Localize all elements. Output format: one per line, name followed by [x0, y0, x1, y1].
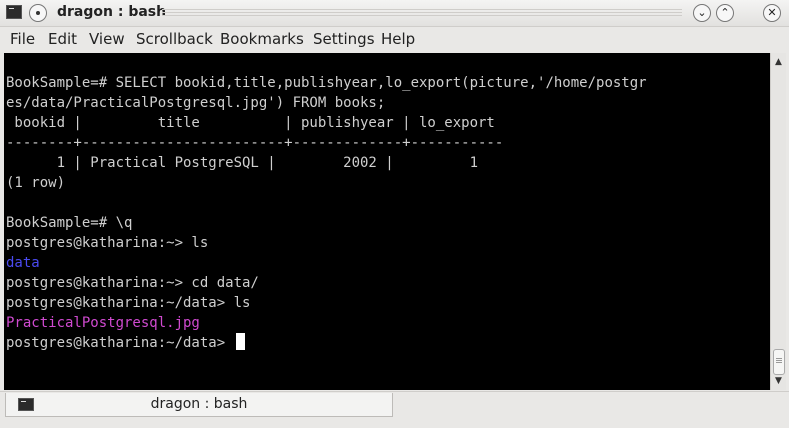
- menu-file[interactable]: File: [10, 30, 35, 48]
- terminal-line: BookSample=# SELECT bookid,title,publish…: [6, 75, 647, 91]
- menu-edit[interactable]: Edit: [48, 30, 77, 48]
- terminal-output[interactable]: BookSample=# SELECT bookid,title,publish…: [4, 53, 770, 390]
- terminal-prompt: postgres@katharina:~/data>: [6, 335, 234, 351]
- close-button[interactable]: ✕: [763, 4, 781, 22]
- tab-dragon-bash[interactable]: dragon : bash: [5, 393, 393, 417]
- terminal-line: --------+------------------------+------…: [6, 135, 504, 151]
- terminal-line: es/data/PracticalPostgresql.jpg') FROM b…: [6, 95, 386, 111]
- terminal-line: postgres@katharina:~> ls: [6, 235, 209, 251]
- tab-bar: dragon : bash: [0, 391, 789, 428]
- terminal-line: 1 | Practical PostgreSQL | 2002 | 1: [6, 155, 479, 171]
- menu-view[interactable]: View: [89, 30, 125, 48]
- terminal-line: bookid | title | publishyear | lo_export: [6, 115, 495, 131]
- window-title: dragon : bash: [57, 4, 167, 20]
- terminal-line: (1 row): [6, 175, 66, 191]
- menu-scrollback[interactable]: Scrollback: [136, 30, 213, 48]
- text-cursor: [235, 333, 245, 350]
- chevron-down-icon: ⌄: [697, 6, 707, 19]
- terminal-icon: [6, 5, 22, 19]
- scroll-up-arrow[interactable]: ▲: [771, 55, 786, 69]
- scroll-down-arrow[interactable]: ▼: [771, 374, 786, 388]
- minimize-button[interactable]: ⌄: [693, 4, 711, 22]
- vertical-scrollbar[interactable]: ▲ ▼: [770, 53, 786, 390]
- menu-settings[interactable]: Settings: [313, 30, 375, 48]
- chevron-up-icon: ⌃: [720, 6, 730, 19]
- title-bar[interactable]: dragon : bash ⌄ ⌃ ✕: [0, 0, 789, 27]
- menu-help[interactable]: Help: [381, 30, 415, 48]
- window-menu-button[interactable]: [29, 4, 47, 22]
- title-bar-decoration: [162, 9, 682, 18]
- terminal-prompt-line: postgres@katharina:~/data>: [6, 333, 245, 353]
- terminal-line: postgres@katharina:~> cd data/: [6, 275, 259, 291]
- terminal-line-directory: data: [6, 255, 40, 271]
- scrollbar-thumb[interactable]: [773, 349, 785, 375]
- menu-bar: File Edit View Scrollback Bookmarks Sett…: [0, 27, 789, 52]
- terminal-line-image-file: PracticalPostgresql.jpg: [6, 315, 200, 331]
- maximize-button[interactable]: ⌃: [716, 4, 734, 22]
- tab-label: dragon : bash: [150, 396, 248, 412]
- terminal-line: postgres@katharina:~/data> ls: [6, 295, 251, 311]
- menu-bookmarks[interactable]: Bookmarks: [220, 30, 304, 48]
- terminal-line: BookSample=# \q: [6, 215, 133, 231]
- close-icon: ✕: [767, 6, 777, 19]
